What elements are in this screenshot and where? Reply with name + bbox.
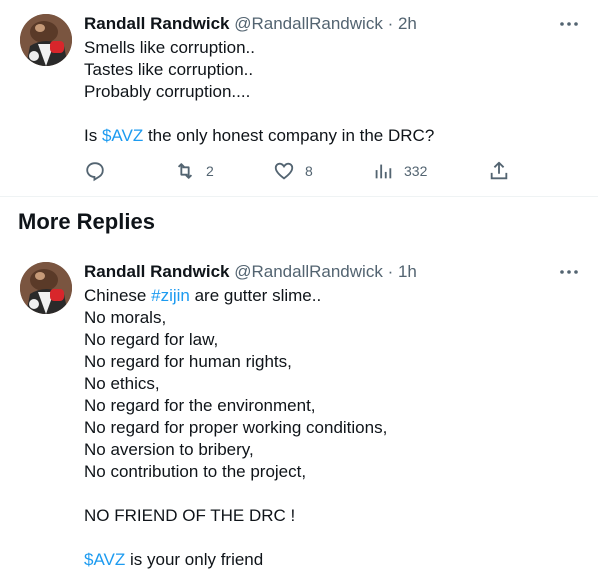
cashtag-link[interactable]: $AVZ	[102, 126, 143, 145]
hashtag-link[interactable]: #zijin	[151, 286, 190, 305]
retweet-count: 2	[206, 163, 214, 179]
avatar[interactable]	[20, 14, 72, 66]
text-line	[84, 527, 578, 549]
divider	[0, 196, 598, 197]
more-dots-icon	[560, 270, 578, 274]
author-name[interactable]: Randall Randwick	[84, 262, 229, 281]
tweet-2[interactable]: Randall Randwick @RandallRandwick · 1h C…	[0, 248, 598, 581]
tweet-text: Chinese #zijin are gutter slime.. No mor…	[84, 285, 578, 571]
author-handle[interactable]: @RandallRandwick	[234, 14, 383, 33]
text-line: No regard for proper working conditions,	[84, 418, 388, 437]
retweet-button[interactable]: 2	[174, 160, 214, 182]
text-line: Smells like corruption..	[84, 38, 256, 57]
avatar-image	[20, 14, 72, 66]
avatar[interactable]	[20, 262, 72, 314]
text-line: $AVZ is your only friend	[84, 550, 264, 569]
separator-dot: ·	[387, 14, 394, 33]
more-dots-icon	[560, 22, 578, 26]
avatar-image	[20, 262, 72, 314]
tweet-actions: 2 8 332	[84, 160, 514, 184]
retweet-icon	[177, 163, 193, 179]
timestamp[interactable]: 2h	[398, 14, 417, 33]
views-count: 332	[404, 163, 428, 179]
text-line: No ethics,	[84, 374, 160, 393]
author-name[interactable]: Randall Randwick	[84, 14, 229, 33]
author-handle[interactable]: @RandallRandwick	[234, 262, 383, 281]
more-options-button[interactable]	[558, 262, 580, 282]
text-line: NO FRIEND OF THE DRC !	[84, 506, 296, 525]
tweet-1[interactable]: Randall Randwick @RandallRandwick · 2h S…	[0, 0, 598, 196]
text-line: No morals,	[84, 308, 167, 327]
text-line	[84, 483, 578, 505]
text-line: No regard for the environment,	[84, 396, 316, 415]
text-line: No regard for law,	[84, 330, 219, 349]
text-line: No regard for human rights,	[84, 352, 292, 371]
text-line	[84, 103, 578, 125]
more-options-button[interactable]	[558, 14, 580, 34]
reply-button[interactable]	[84, 160, 106, 182]
tweet-header: Randall Randwick @RandallRandwick · 1h	[84, 262, 578, 282]
section-title: More Replies	[18, 209, 155, 234]
text-line: Chinese #zijin are gutter slime..	[84, 286, 322, 305]
timestamp[interactable]: 1h	[398, 262, 417, 281]
share-button[interactable]	[488, 160, 510, 182]
tweet-header: Randall Randwick @RandallRandwick · 2h	[84, 14, 578, 34]
text-line: Tastes like corruption..	[84, 60, 254, 79]
views-button[interactable]: 332	[372, 160, 427, 182]
like-button[interactable]: 8	[273, 160, 313, 182]
like-count: 8	[305, 163, 313, 179]
share-icon	[490, 161, 508, 180]
reply-icon	[86, 162, 104, 182]
text-line: No aversion to bribery,	[84, 440, 254, 459]
text-line: No contribution to the project,	[84, 462, 307, 481]
text-line: Is $AVZ the only honest company in the D…	[84, 126, 435, 145]
cashtag-link[interactable]: $AVZ	[84, 550, 125, 569]
heart-icon	[274, 162, 294, 180]
separator-dot: ·	[387, 262, 394, 281]
views-icon	[375, 164, 392, 179]
text-line: Probably corruption....	[84, 82, 251, 101]
tweet-text: Smells like corruption.. Tastes like cor…	[84, 37, 578, 147]
